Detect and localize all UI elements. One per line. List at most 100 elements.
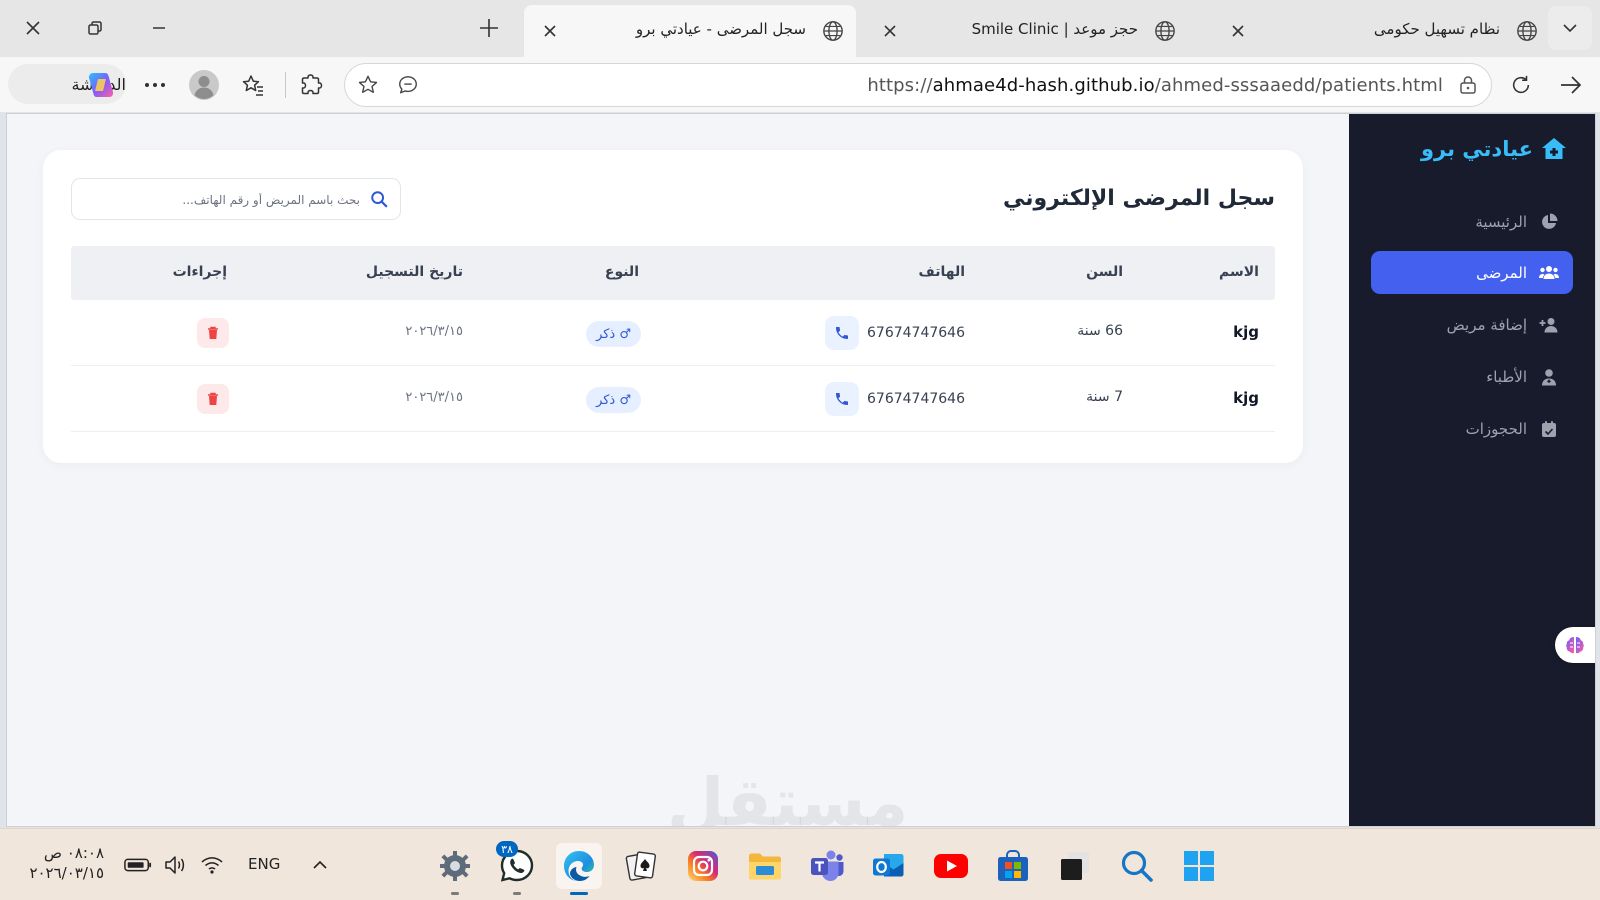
browser-toolbar: الدردشة https://ahmae4d-hash.github.io/a… xyxy=(0,57,1600,112)
window-close-button[interactable] xyxy=(10,8,56,48)
sidebar-item-label: المرضى xyxy=(1476,263,1527,282)
tab-title: حجز موعد | Smile Clinic xyxy=(971,20,1138,38)
teams-icon xyxy=(811,850,844,881)
url-text: https://ahmae4d-hash.github.io/ahmed-sss… xyxy=(867,75,1443,96)
users-icon xyxy=(1539,263,1559,283)
chat-bubble-icon xyxy=(399,76,417,94)
avatar-icon xyxy=(189,70,219,100)
patient-name[interactable]: kjg xyxy=(1233,389,1259,407)
tab-list-button[interactable] xyxy=(1548,6,1592,50)
sidebar-item-bookings[interactable]: الحجوزات xyxy=(1371,407,1573,450)
search-input[interactable] xyxy=(90,188,360,212)
table-row: kjg 7 سنة 67674747646 ♂ ذكر ٢٠٢٦/٣/١٥ xyxy=(71,366,1275,432)
user-plus-icon xyxy=(1539,315,1559,335)
language-indicator[interactable]: ENG xyxy=(248,855,280,873)
clock-time: ٠٨:٠٨ ص xyxy=(43,844,104,862)
call-button[interactable] xyxy=(825,316,860,350)
sidebar-item-label: الرئيسية xyxy=(1475,212,1527,231)
file-explorer-app[interactable] xyxy=(742,843,788,889)
sidebar-item-home[interactable]: الرئيسية xyxy=(1371,200,1573,243)
sidebar-item-add-patient[interactable]: إضافة مريض xyxy=(1371,303,1573,346)
wifi-icon[interactable] xyxy=(198,851,226,879)
page-title: سجل المرضى الإلكتروني xyxy=(1002,186,1275,211)
clock[interactable]: ٠٨:٠٨ ص ٢٠٢٦/٠٣/١٥ xyxy=(24,843,104,883)
tab-close-button[interactable] xyxy=(1226,19,1250,43)
new-tab-button[interactable] xyxy=(466,8,512,48)
sidebar-item-doctors[interactable]: الأطباء xyxy=(1371,355,1573,398)
instagram-app[interactable] xyxy=(680,843,726,889)
youtube-app[interactable] xyxy=(928,843,974,889)
cards-icon xyxy=(625,851,657,881)
clinic-home-icon xyxy=(1542,138,1566,159)
plus-icon xyxy=(480,19,498,37)
brand[interactable]: عيادتي برو xyxy=(1421,136,1567,162)
battery-icon[interactable] xyxy=(124,851,152,879)
tab-close-button[interactable] xyxy=(878,19,902,43)
phone-number: 67674747646 xyxy=(867,391,965,407)
copilot-button[interactable]: الدردشة xyxy=(8,64,126,104)
pie-chart-icon xyxy=(1539,212,1559,232)
delete-button[interactable] xyxy=(197,318,229,348)
favorites-list-icon xyxy=(242,75,263,96)
settings-app[interactable] xyxy=(432,843,478,895)
delete-button[interactable] xyxy=(197,384,229,414)
favorites-button[interactable] xyxy=(238,70,268,100)
extensions-button[interactable] xyxy=(296,70,326,100)
floating-assistant-button[interactable] xyxy=(1555,627,1595,663)
phone-cell: 67674747646 xyxy=(825,316,965,350)
tab-close-button[interactable] xyxy=(538,19,562,43)
forward-button[interactable] xyxy=(1556,70,1586,100)
terminal-app[interactable] xyxy=(1052,843,1098,889)
search-icon xyxy=(371,191,388,208)
sidebar-item-patients[interactable]: المرضى xyxy=(1371,251,1573,294)
edge-app[interactable] xyxy=(556,843,602,895)
more-options-button[interactable] xyxy=(140,70,170,100)
url-path: /ahmed-sssaaedd/patients.html xyxy=(1154,75,1443,96)
show-hidden-icons-button[interactable] xyxy=(306,851,334,879)
star-icon xyxy=(358,75,378,94)
whatsapp-app[interactable]: ٣٨ xyxy=(494,841,540,895)
refresh-button[interactable] xyxy=(1506,70,1536,100)
phone-cell: 67674747646 xyxy=(825,382,965,416)
patient-name[interactable]: kjg xyxy=(1233,323,1259,341)
globe-icon xyxy=(1152,18,1178,44)
window-restore-button[interactable] xyxy=(72,8,118,48)
favorite-star-button[interactable] xyxy=(353,70,383,100)
brand-name: عيادتي برو xyxy=(1420,137,1533,161)
lock-icon xyxy=(1460,76,1476,94)
profile-button[interactable] xyxy=(188,69,220,101)
more-dots-icon xyxy=(145,83,165,87)
tab-patients[interactable]: سجل المرضى - عيادتي برو xyxy=(524,5,856,57)
running-indicator xyxy=(451,892,459,895)
start-button[interactable] xyxy=(1176,843,1222,889)
col-age: السن xyxy=(1086,264,1123,280)
search-app[interactable] xyxy=(1114,843,1160,889)
notification-badge: ٣٨ xyxy=(496,841,518,857)
site-info-button[interactable] xyxy=(1453,70,1483,100)
patients-card: سجل المرضى الإلكتروني الاسم السن الهاتف … xyxy=(43,150,1303,463)
call-button[interactable] xyxy=(825,382,860,416)
tab-government[interactable]: نظام تسهيل حكومى xyxy=(1212,5,1550,57)
col-date: تاريخ التسجيل xyxy=(365,264,463,280)
url-domain: ahmae4d-hash.github.io xyxy=(932,75,1155,96)
tab-smile-clinic[interactable]: حجز موعد | Smile Clinic xyxy=(864,5,1196,57)
running-indicator xyxy=(513,892,521,895)
store-icon xyxy=(998,850,1028,881)
microsoft-store-app[interactable] xyxy=(990,843,1036,889)
sidebar-item-label: الحجوزات xyxy=(1465,419,1527,438)
solitaire-app[interactable] xyxy=(618,843,664,889)
edge-icon xyxy=(564,851,594,881)
globe-icon xyxy=(820,18,846,44)
window-minimize-button[interactable] xyxy=(136,8,182,48)
teams-app[interactable] xyxy=(804,843,850,889)
outlook-app[interactable] xyxy=(866,843,912,889)
clock-date: ٢٠٢٦/٠٣/١٥ xyxy=(29,864,104,882)
chevron-up-icon xyxy=(313,860,327,869)
read-aloud-button[interactable] xyxy=(393,70,423,100)
address-bar[interactable]: https://ahmae4d-hash.github.io/ahmed-sss… xyxy=(344,63,1492,107)
minimize-icon xyxy=(153,27,165,29)
volume-icon[interactable] xyxy=(162,851,190,879)
running-indicator xyxy=(570,892,588,895)
page-viewport: سجل المرضى الإلكتروني الاسم السن الهاتف … xyxy=(6,113,1596,827)
col-gender: النوع xyxy=(604,264,639,280)
